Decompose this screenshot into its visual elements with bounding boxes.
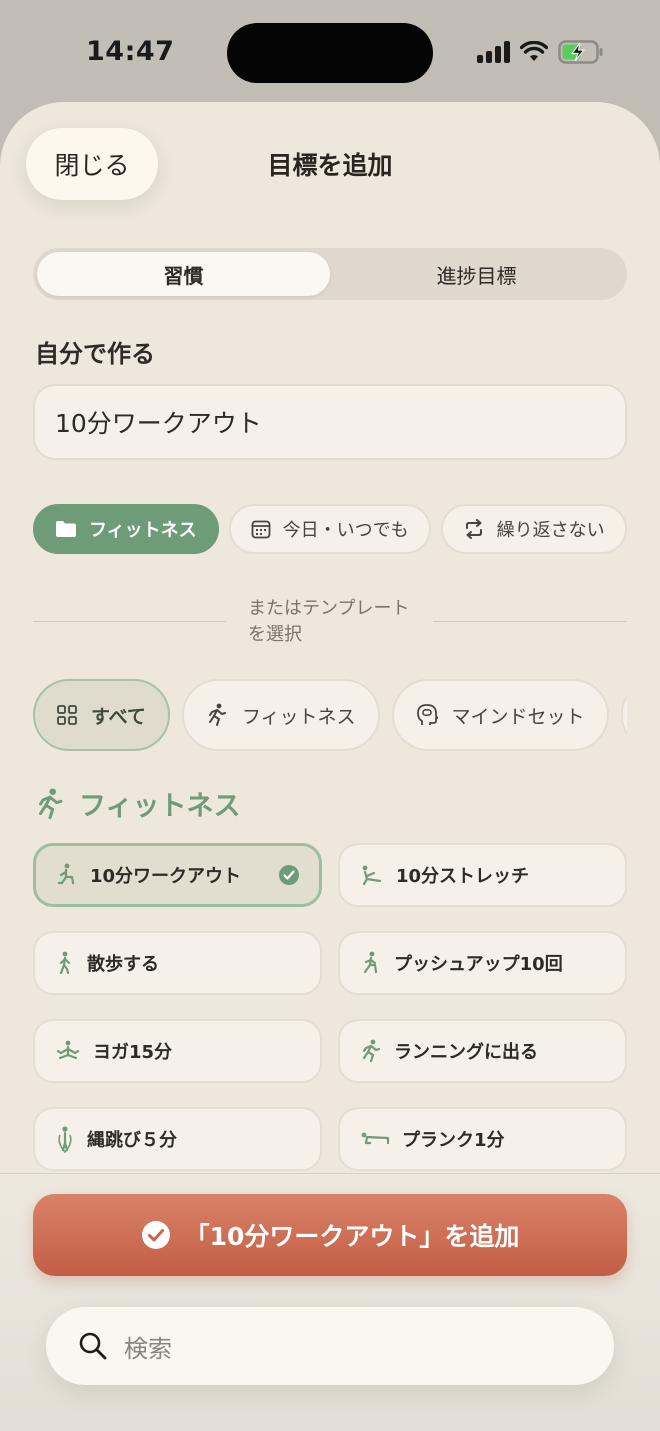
calendar-icon (251, 520, 271, 539)
category-filter-label: すべて (91, 705, 146, 728)
fitness-group-header: フィットネス (35, 784, 240, 823)
goal-name-input[interactable]: 10分ワークアウト (33, 384, 627, 460)
status-icons (477, 40, 604, 64)
check-circle-icon (141, 1221, 170, 1249)
repeat-icon (465, 519, 482, 539)
category-chip[interactable]: フィットネス (33, 504, 219, 554)
segment-habit[interactable]: 習慣 (37, 252, 330, 296)
category-filter-fitness[interactable]: フィットネス (181, 679, 380, 751)
template-tile[interactable]: ヨガ15分 (33, 1019, 322, 1083)
template-divider: またはテンプレート を選択 (33, 596, 627, 648)
template-tile[interactable]: 10分ストレッチ (338, 843, 627, 907)
schedule-chip[interactable]: 今日・いつでも (228, 504, 431, 554)
run-icon (208, 703, 226, 726)
template-tile[interactable]: プランク1分 (338, 1107, 627, 1171)
template-label: プランク1分 (402, 1130, 505, 1151)
folder-icon (56, 521, 76, 537)
repeat-chip-label: 繰り返さない (496, 520, 605, 541)
template-label: 散歩する (87, 954, 159, 975)
pushup-icon (363, 951, 378, 974)
jumprope-icon (58, 1126, 72, 1153)
cellular-signal-icon (477, 41, 510, 63)
yoga-icon (56, 1040, 80, 1060)
template-tile[interactable]: プッシュアップ10回 (338, 931, 627, 995)
status-time: 14:47 (86, 36, 175, 67)
custom-section-label: 自分で作る (35, 340, 155, 368)
search-icon (79, 1332, 107, 1360)
template-label: ランニングに出る (394, 1042, 538, 1063)
category-filter-all[interactable]: すべて (33, 679, 170, 751)
schedule-chip-label: 今日・いつでも (282, 520, 409, 541)
template-label: プッシュアップ10回 (394, 954, 563, 975)
template-label: 10分ストレッチ (396, 866, 530, 887)
run-icon (38, 787, 63, 819)
grid-icon (57, 705, 77, 725)
stretch-icon (362, 865, 382, 886)
workout-icon (57, 863, 75, 885)
repeat-chip[interactable]: 繰り返さない (440, 504, 627, 554)
category-filter-label: フィットネス (241, 705, 356, 728)
category-filter-more[interactable] (620, 679, 627, 751)
add-goal-button-label: 「10分ワークアウト」を追加 (184, 1222, 520, 1251)
template-label: 10分ワークアウト (90, 866, 242, 887)
battery-charging-icon (558, 40, 603, 64)
walk-icon (59, 951, 71, 975)
template-tile[interactable]: 縄跳び５分 (33, 1107, 322, 1171)
search-field[interactable]: 検索 (46, 1307, 614, 1385)
template-tile[interactable]: ランニングに出る (338, 1019, 627, 1083)
template-grid: 10分ワークアウト 10分ストレッチ 散歩する プッシュアップ10回 ヨガ15分… (33, 843, 627, 1171)
wifi-icon (520, 41, 548, 61)
divider-text-line1: またはテンプレート (248, 598, 410, 619)
plank-icon (361, 1132, 390, 1145)
category-filter-row: すべて フィットネス マインドセット (33, 679, 627, 751)
template-label: 縄跳び５分 (87, 1130, 177, 1151)
segment-progress-goal[interactable]: 進捗目標 (330, 252, 623, 296)
template-tile[interactable]: 散歩する (33, 931, 322, 995)
option-chip-row: フィットネス 今日・いつでも 繰り返さない (33, 504, 627, 554)
category-chip-label: フィットネス (89, 520, 197, 541)
divider-text-line2: を選択 (248, 624, 302, 645)
screen: 14:47 閉じる 目標を追加 習慣 進捗目標 自分で作る 10分ワークアウト (0, 0, 660, 1431)
fitness-group-title: フィットネス (79, 791, 241, 822)
goal-type-segmented-control: 習慣 進捗目標 (33, 248, 627, 300)
run-icon (362, 1039, 381, 1063)
check-circle-icon (279, 865, 299, 885)
sheet-title: 目標を追加 (267, 151, 393, 180)
category-filter-label: マインドセット (451, 705, 585, 728)
bottom-action-panel: 「10分ワークアウト」を追加 検索 (0, 1173, 660, 1431)
search-placeholder: 検索 (124, 1334, 172, 1363)
category-filter-mindset[interactable]: マインドセット (391, 679, 609, 751)
add-goal-button[interactable]: 「10分ワークアウト」を追加 (33, 1194, 627, 1276)
dynamic-island (227, 23, 433, 83)
template-tile[interactable]: 10分ワークアウト (33, 843, 322, 907)
brain-head-icon (416, 704, 438, 725)
template-label: ヨガ15分 (93, 1042, 173, 1063)
